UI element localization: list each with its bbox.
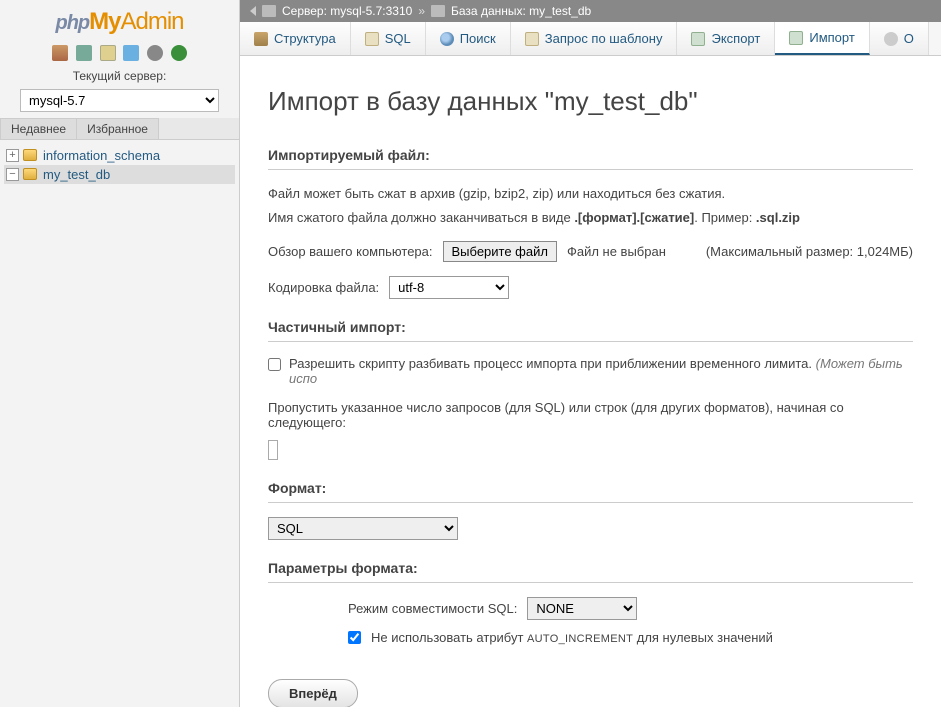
sidebar: phpMyAdmin Текущий сервер: mysql-5.7 Нед… [0, 0, 240, 707]
compression-hint: Файл может быть сжат в архив (gzip, bzip… [268, 184, 913, 204]
sql-query-icon[interactable] [100, 45, 116, 61]
file-status: Файл не выбран [567, 244, 666, 259]
tab-sql[interactable]: SQL [351, 22, 426, 55]
file-section-heading: Импортируемый файл: [268, 147, 913, 170]
db-node-information-schema[interactable]: + information_schema [4, 146, 235, 165]
choose-file-button[interactable]: Выберите файл [443, 241, 557, 262]
sql-compat-label: Режим совместимости SQL: [348, 601, 517, 616]
settings-icon[interactable] [147, 45, 163, 61]
search-icon [440, 32, 454, 46]
submit-button[interactable]: Вперёд [268, 679, 358, 707]
content: Импорт в базу данных "my_test_db" Импорт… [240, 56, 941, 707]
allow-interrupt-checkbox[interactable] [268, 358, 281, 371]
format-select[interactable]: SQL [268, 517, 458, 540]
back-icon[interactable] [250, 6, 256, 16]
main-tabs: Структура SQL Поиск Запрос по шаблону Эк… [240, 22, 941, 56]
format-options-heading: Параметры формата: [268, 560, 913, 583]
tab-query[interactable]: Запрос по шаблону [511, 22, 678, 55]
tab-import[interactable]: Импорт [775, 22, 869, 55]
tab-search[interactable]: Поиск [426, 22, 511, 55]
charset-select[interactable]: utf-8 [389, 276, 509, 299]
current-server-label: Текущий сервер: [0, 67, 239, 85]
tab-structure[interactable]: Структура [240, 22, 351, 55]
skip-queries-input[interactable] [268, 440, 278, 460]
nav-tabs: Недавнее Избранное [0, 118, 239, 140]
sql-compat-select[interactable]: NONE [527, 597, 637, 620]
logo-my: My [89, 8, 120, 35]
breadcrumb-server[interactable]: Сервер: mysql-5.7:3310 [282, 4, 412, 18]
query-icon [525, 32, 539, 46]
db-name: information_schema [43, 148, 160, 163]
export-icon [691, 32, 705, 46]
sidebar-toolbar [0, 40, 239, 67]
breadcrumb-database[interactable]: База данных: my_test_db [451, 4, 591, 18]
tab-operations[interactable]: О [870, 22, 929, 55]
db-name: my_test_db [43, 167, 110, 182]
no-autoincrement-label: Не использовать атрибут AUTO_INCREMENT д… [371, 630, 773, 645]
no-autoincrement-checkbox[interactable] [348, 631, 361, 644]
charset-label: Кодировка файла: [268, 280, 379, 295]
recent-tab[interactable]: Недавнее [0, 118, 77, 139]
page-title: Импорт в базу данных "my_test_db" [268, 86, 913, 117]
reload-icon[interactable] [171, 45, 187, 61]
filename-hint: Имя сжатого файла должно заканчиваться в… [268, 208, 913, 228]
database-icon [23, 168, 37, 180]
max-size-label: (Максимальный размер: 1,024МБ) [706, 244, 913, 259]
breadcrumb-separator: » [418, 4, 425, 18]
format-heading: Формат: [268, 480, 913, 503]
logo-php: php [55, 12, 89, 34]
logo-admin: Admin [120, 8, 183, 35]
allow-interrupt-label: Разрешить скрипту разбивать процесс импо… [289, 356, 913, 386]
docs-icon[interactable] [123, 45, 139, 61]
breadcrumb: Сервер: mysql-5.7:3310 » База данных: my… [240, 0, 941, 22]
operations-icon [884, 32, 898, 46]
database-tree: + information_schema − my_test_db [0, 140, 239, 190]
home-icon[interactable] [52, 45, 68, 61]
skip-queries-label: Пропустить указанное число запросов (для… [268, 400, 913, 430]
tab-export[interactable]: Экспорт [677, 22, 775, 55]
expand-icon[interactable]: + [6, 149, 19, 162]
import-icon [789, 31, 803, 45]
browse-label: Обзор вашего компьютера: [268, 244, 433, 259]
partial-import-heading: Частичный импорт: [268, 319, 913, 342]
favorites-tab[interactable]: Избранное [76, 118, 159, 139]
database-icon [23, 149, 37, 161]
structure-icon [254, 32, 268, 46]
database-icon [431, 5, 445, 17]
server-select[interactable]: mysql-5.7 [20, 89, 219, 112]
sql-icon [365, 32, 379, 46]
phpmyadmin-logo[interactable]: phpMyAdmin [0, 0, 239, 40]
db-node-my-test-db[interactable]: − my_test_db [4, 165, 235, 184]
collapse-icon[interactable]: − [6, 168, 19, 181]
server-icon [262, 5, 276, 17]
format-options: Режим совместимости SQL: NONE Не использ… [348, 597, 913, 645]
logout-icon[interactable] [76, 45, 92, 61]
main-area: Сервер: mysql-5.7:3310 » База данных: my… [240, 0, 941, 707]
